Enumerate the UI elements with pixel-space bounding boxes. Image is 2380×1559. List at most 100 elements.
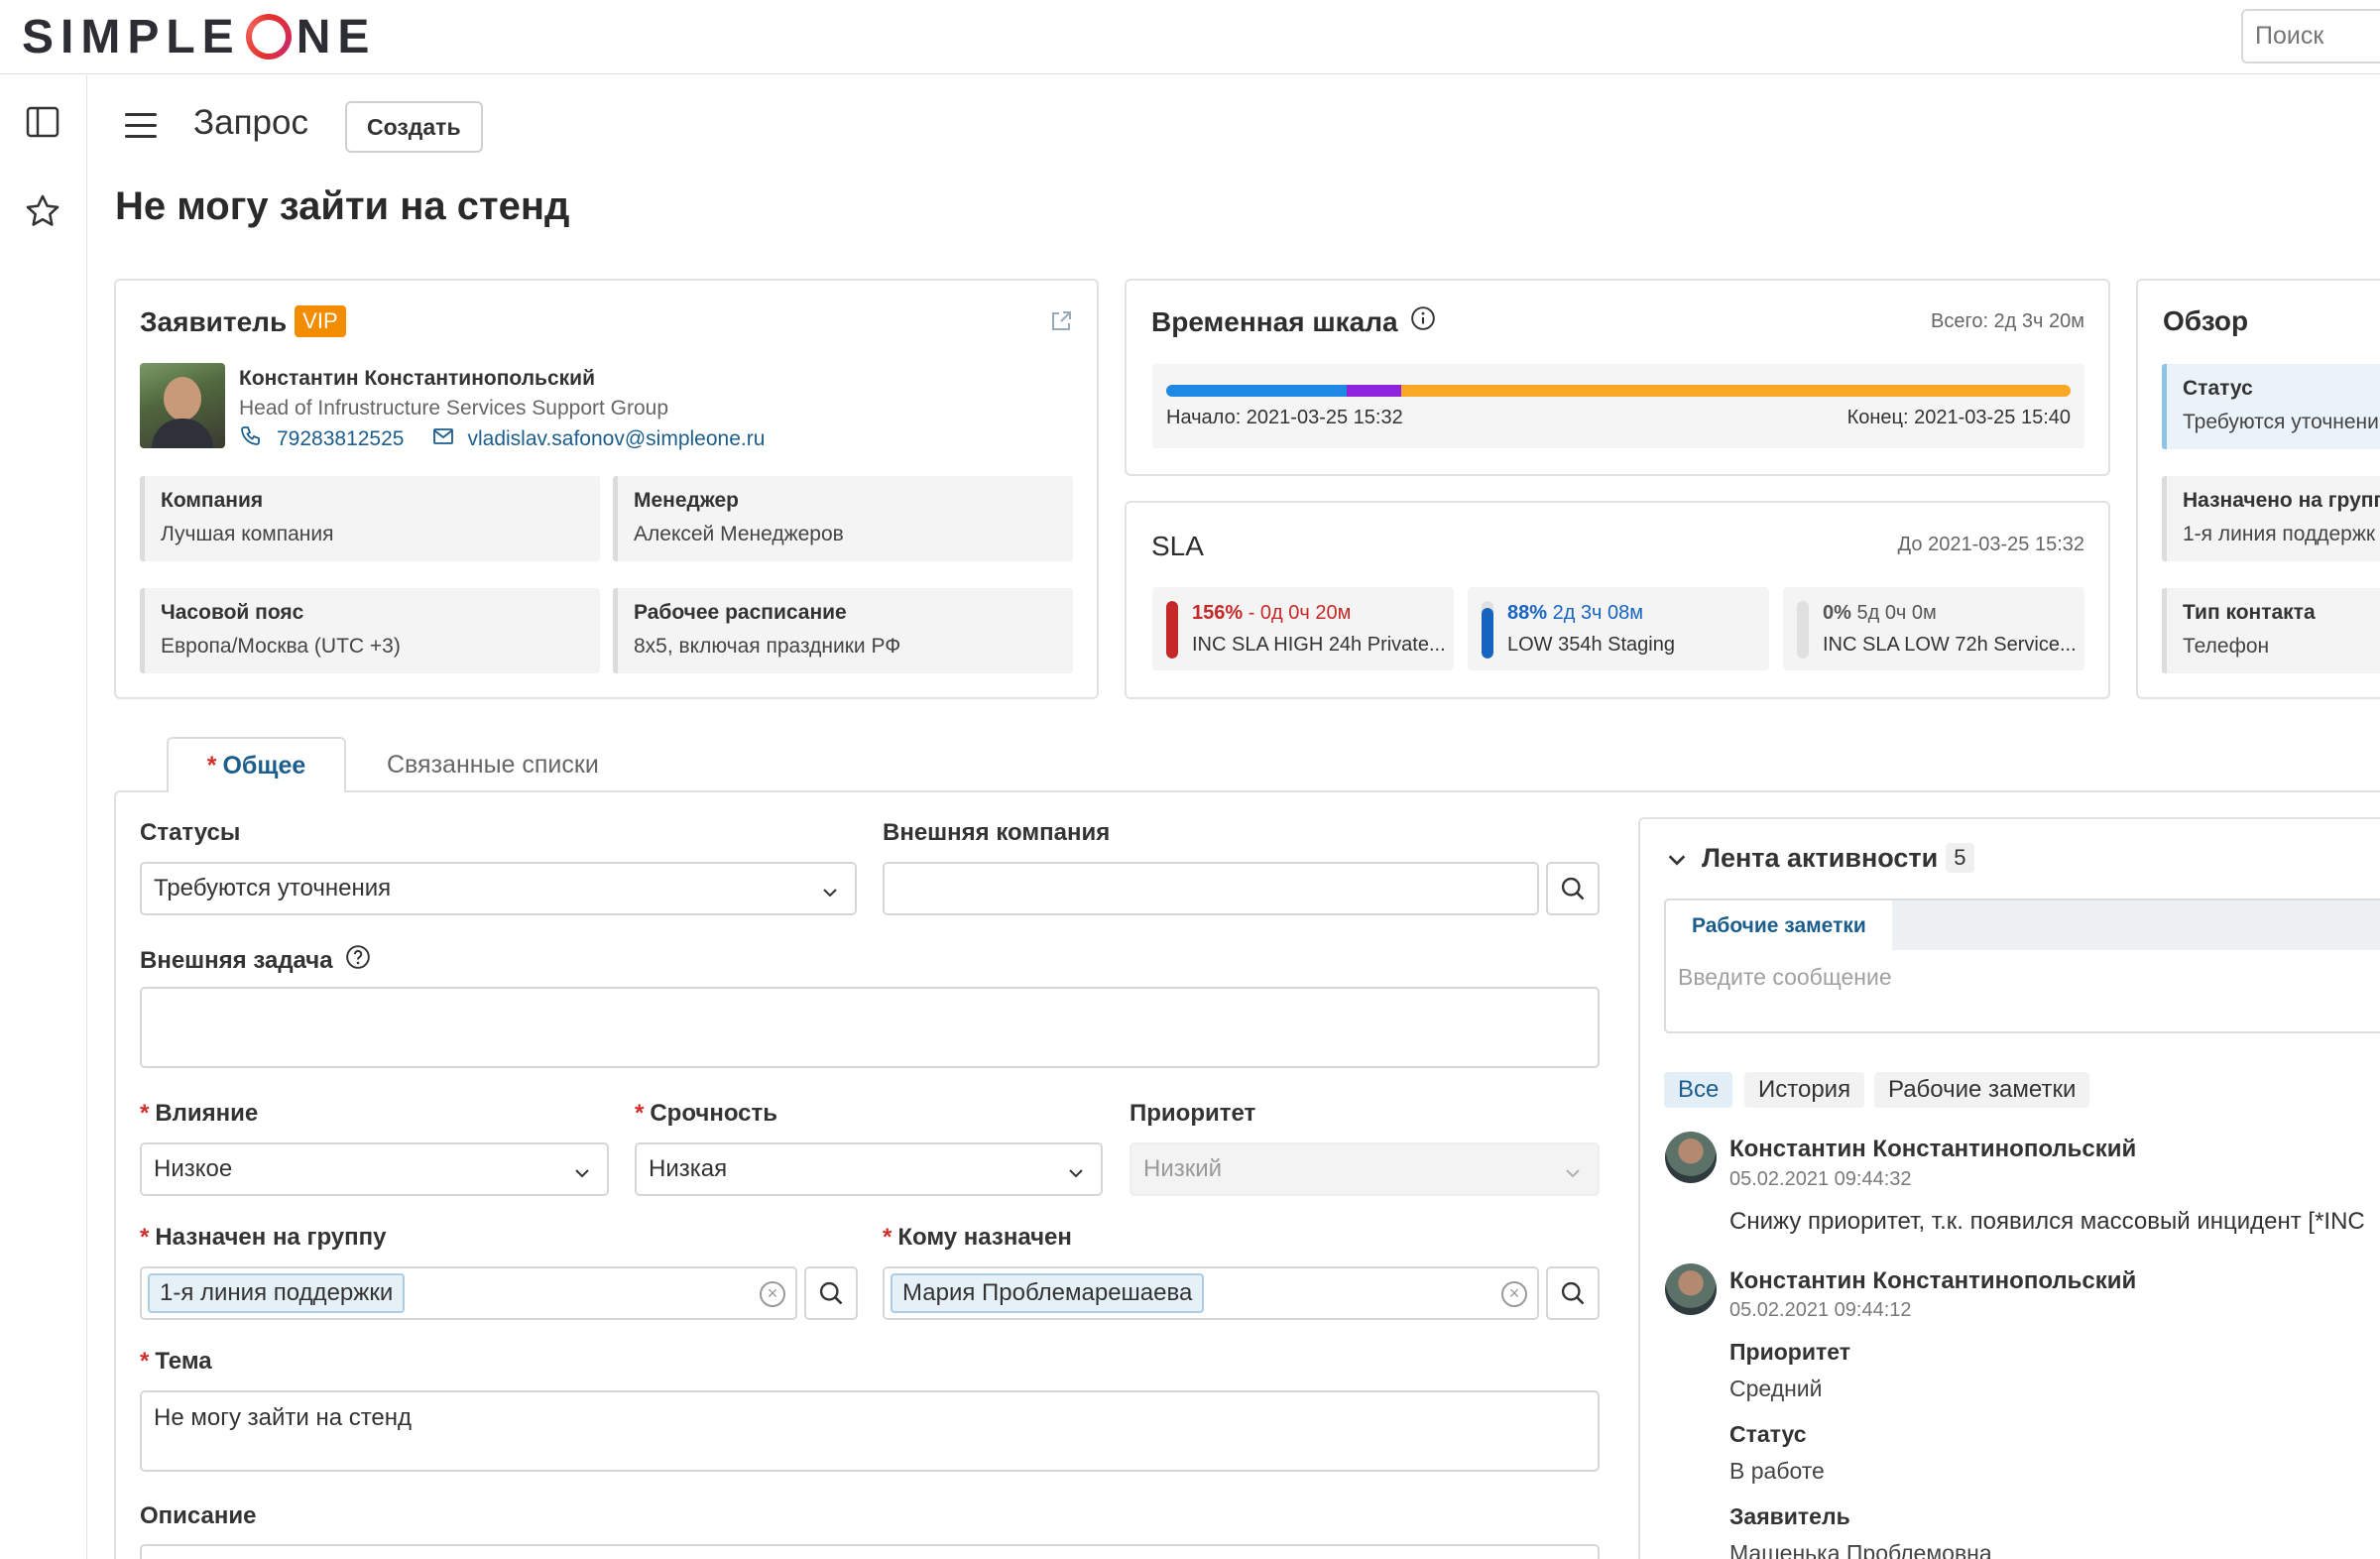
overview-status: Статус Требуются уточнени	[2162, 364, 2380, 449]
assignee-label: * Кому назначен	[883, 1224, 1072, 1251]
message-input[interactable]: Введите сообщение	[1678, 964, 1892, 991]
sla-progress-indicator	[1482, 601, 1493, 659]
requester-position: Head of Infrustructure Services Support …	[239, 397, 669, 420]
entry-author[interactable]: Константин Константинопольский	[1729, 1136, 2136, 1163]
filter-work-notes[interactable]: Рабочие заметки	[1874, 1072, 2090, 1108]
requester-name[interactable]: Константин Константинопольский	[239, 367, 595, 391]
composer-tab-work-notes[interactable]: Рабочие заметки	[1666, 900, 1892, 952]
subject-input[interactable]: Не могу зайти на стенд	[140, 1390, 1600, 1472]
timeline-bar	[1166, 385, 2071, 397]
search-icon	[819, 1281, 843, 1305]
ext-company-search-button[interactable]	[1546, 862, 1600, 915]
requester-email-link[interactable]: vladislav.safonov@simpleone.ru	[467, 427, 765, 451]
filter-all[interactable]: Все	[1664, 1072, 1733, 1108]
group-reference-input[interactable]: 1-я линия поддержки ×	[140, 1266, 797, 1320]
timeline-segment	[1347, 385, 1402, 397]
status-label: Статусы	[140, 819, 241, 846]
change-value: Средний	[1729, 1376, 1823, 1401]
entry-time: 05.02.2021 09:44:12	[1729, 1299, 1912, 1321]
field-value: Телефон	[2183, 635, 2270, 658]
group-chip[interactable]: 1-я линия поддержки	[148, 1273, 406, 1313]
sla-item[interactable]: 0% 5д 0ч 0м INC SLA LOW 72h Service...	[1783, 587, 2084, 670]
status-select[interactable]: Требуются уточнения	[140, 862, 857, 915]
chevron-down-icon	[821, 881, 839, 908]
sla-item[interactable]: 156% - 0д 0ч 20м INC SLA HIGH 24h Private…	[1152, 587, 1454, 670]
field-label: Менеджер	[634, 489, 739, 512]
field-label: Статус	[2183, 377, 2253, 400]
urgency-label: * Срочность	[635, 1100, 778, 1127]
group-search-button[interactable]	[804, 1266, 858, 1320]
change-value: В работе	[1729, 1458, 1825, 1484]
timeline-segment	[1401, 385, 2071, 397]
assignee-reference-input[interactable]: Мария Проблемарешаева ×	[883, 1266, 1539, 1320]
sidebar-toggle-icon[interactable]	[22, 101, 63, 143]
change-field: Приоритет	[1729, 1339, 1850, 1365]
simpleone-logo[interactable]: SIMPLE NE	[22, 8, 376, 65]
ext-task-input[interactable]	[140, 987, 1600, 1068]
global-search-input[interactable]	[2241, 9, 2380, 63]
activity-count-badge: 5	[1946, 843, 1974, 873]
tab-related-lists[interactable]: Связанные списки	[387, 751, 599, 780]
clear-icon[interactable]: ×	[1501, 1281, 1527, 1307]
requester-manager: Менеджер Алексей Менеджеров	[613, 476, 1073, 561]
group-label: * Назначен на группу	[140, 1224, 387, 1251]
urgency-value: Низкая	[649, 1155, 728, 1182]
collapse-chevron-icon[interactable]	[1666, 849, 1688, 876]
entry-author[interactable]: Константин Константинопольский	[1729, 1267, 2136, 1295]
field-label: Компания	[161, 489, 264, 512]
ext-company-input[interactable]	[883, 862, 1539, 915]
sla-progress-indicator	[1166, 601, 1178, 659]
field-value: Алексей Менеджеров	[634, 523, 844, 545]
open-external-icon[interactable]	[1049, 309, 1073, 338]
email-icon	[431, 424, 455, 454]
author-avatar	[1665, 1263, 1717, 1315]
change-field: Статус	[1729, 1421, 1807, 1447]
impact-label: * Влияние	[140, 1100, 259, 1127]
timeline-heading: Временная шкала	[1151, 305, 1436, 338]
priority-select: Низкий	[1130, 1142, 1600, 1196]
page-title: Не могу зайти на стенд	[115, 184, 570, 228]
phone-icon	[239, 424, 263, 454]
favorites-star-icon[interactable]	[22, 190, 63, 232]
impact-value: Низкое	[154, 1155, 233, 1182]
sla-percent: 88% 2д 3ч 08м	[1507, 602, 1644, 624]
description-input[interactable]	[140, 1544, 1600, 1559]
description-label: Описание	[140, 1502, 257, 1529]
entry-time: 05.02.2021 09:44:32	[1729, 1168, 1912, 1190]
ext-company-label: Внешняя компания	[883, 819, 1111, 846]
search-icon	[1561, 877, 1585, 900]
help-icon[interactable]	[345, 944, 371, 977]
requester-schedule: Рабочее расписание 8х5, включая праздники…	[613, 588, 1073, 673]
logo-o-mark	[245, 14, 292, 60]
impact-select[interactable]: Низкое	[140, 1142, 609, 1196]
info-icon[interactable]	[1410, 305, 1436, 338]
priority-value: Низкий	[1143, 1155, 1223, 1182]
assignee-chip[interactable]: Мария Проблемарешаева	[891, 1273, 1205, 1313]
field-label: Тип контакта	[2183, 601, 2316, 624]
sla-name: INC SLA LOW 72h Service...	[1823, 634, 2077, 656]
clear-icon[interactable]: ×	[760, 1281, 785, 1307]
page-kind-label: Запрос	[193, 103, 308, 142]
field-label: Назначено на групп	[2183, 489, 2380, 512]
change-value: Машенька Проблемовна	[1729, 1540, 1992, 1559]
filter-history[interactable]: История	[1744, 1072, 1865, 1108]
sla-item[interactable]: 88% 2д 3ч 08м LOW 354h Staging	[1468, 587, 1769, 670]
status-value: Требуются уточнения	[154, 875, 392, 901]
overview-heading: Обзор	[2163, 305, 2249, 336]
field-value: 8х5, включая праздники РФ	[634, 635, 901, 658]
urgency-select[interactable]: Низкая	[635, 1142, 1103, 1196]
assignee-search-button[interactable]	[1546, 1266, 1600, 1320]
menu-burger-icon[interactable]	[125, 113, 157, 141]
create-button[interactable]: Создать	[345, 101, 483, 153]
field-value: Требуются уточнени	[2183, 411, 2379, 433]
timeline-end: Конец: 2021-03-25 15:40	[1846, 407, 2071, 428]
requester-phone-link[interactable]: 79283812525	[277, 427, 404, 451]
sla-percent: 0% 5д 0ч 0м	[1823, 602, 1937, 624]
field-label: Рабочее расписание	[634, 601, 847, 624]
sla-heading: SLA	[1151, 531, 1204, 561]
tab-general[interactable]: * Общее	[167, 737, 346, 792]
field-label: Часовой пояс	[161, 601, 304, 624]
activity-feed-heading: Лента активности 5	[1702, 843, 1974, 874]
sla-name: LOW 354h Staging	[1507, 634, 1675, 656]
timeline-start: Начало: 2021-03-25 15:32	[1166, 407, 1403, 428]
